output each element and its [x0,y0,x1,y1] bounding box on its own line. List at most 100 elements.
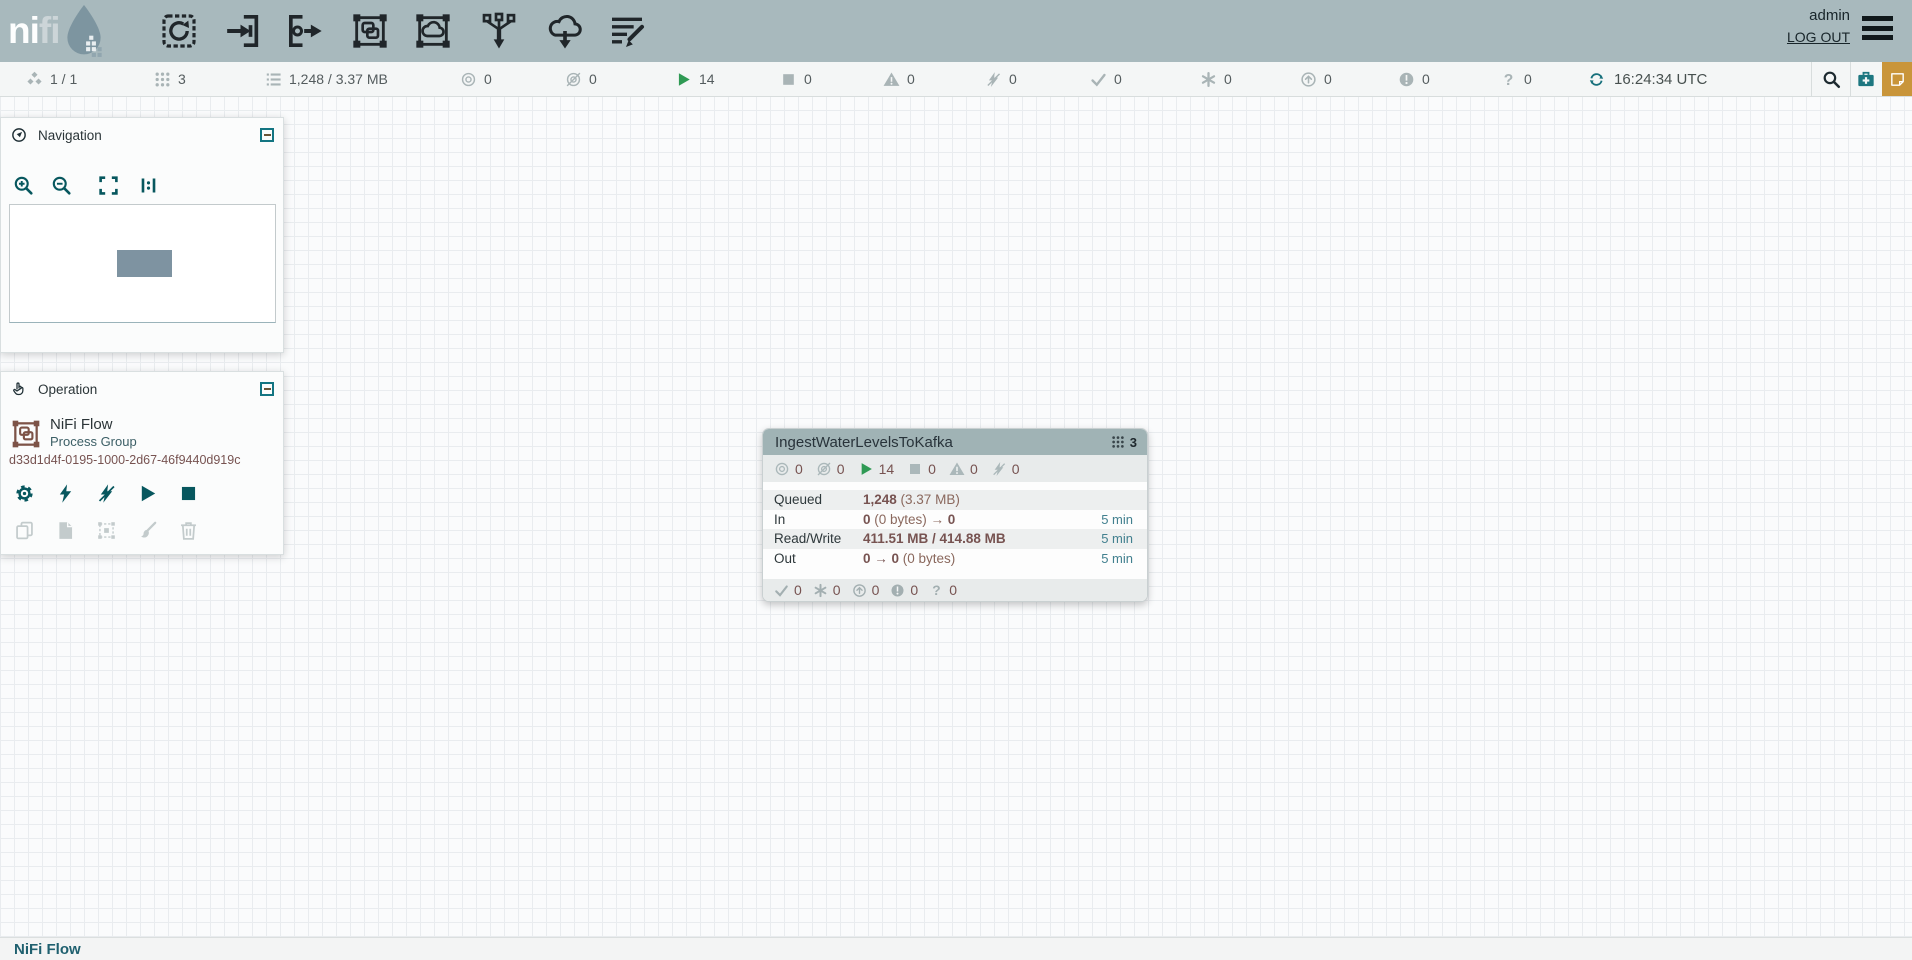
processor-icon [159,11,199,51]
pg-stat-stopped: 0 [907,461,936,477]
label-icon [607,11,647,51]
up-to-date-icon [774,583,789,598]
remote-process-group-icon [413,11,453,51]
navigation-panel: Navigation [0,117,284,353]
drag-output-port-button[interactable] [285,11,325,51]
logout-link[interactable]: LOG OUT [1787,26,1850,48]
drag-label-button[interactable] [607,11,647,51]
locally-modified-icon [1200,71,1217,88]
drag-remote-process-group-button[interactable] [413,11,453,51]
change-color-button[interactable] [136,520,158,542]
paste-button[interactable] [54,520,76,542]
process-group-metrics: Queued 1,248 (3.37 MB) In 0 (0 bytes) → … [763,490,1147,568]
paste-icon [55,520,76,541]
trash-icon [178,520,199,541]
selected-component-id: d33d1d4f-0195-1000-2d67-46f9440d919c [9,453,240,467]
copy-button[interactable] [13,520,35,542]
pg-stat-running: 14 [858,461,895,477]
breadcrumb-root-link[interactable]: NiFi Flow [14,941,81,958]
play-icon [137,483,158,504]
zoom-in-button[interactable] [13,175,34,199]
up-to-date-icon [1090,71,1107,88]
zoom-in-icon [13,175,34,196]
sticky-note-button[interactable] [1882,62,1912,96]
process-group-status-strip: 0 0 14 0 0 0 [763,455,1147,482]
minimap-footer [9,323,276,347]
process-groups-icon [154,71,171,88]
delete-button[interactable] [177,520,199,542]
minimap-component-rect[interactable] [117,250,172,277]
drag-processor-button[interactable] [159,11,199,51]
flow-canvas[interactable]: Navigation Operation NiFi Flow Pr [0,97,1912,937]
nifi-app: nifi admin LOG OUT 1 / 1 3 1,248 / 3.37 … [0,0,1912,960]
zoom-out-button[interactable] [51,175,72,199]
bolt-icon [55,483,76,504]
stopped-icon [780,71,797,88]
username: admin [1787,6,1850,26]
birdseye-minimap[interactable] [9,204,276,323]
stat-invalid: 0 [883,62,915,96]
breadcrumb-bar: NiFi Flow [0,937,1912,960]
metric-row-in: In 0 (0 bytes) → 0 5 min [763,510,1147,530]
stat-queued: 1,248 / 3.37 MB [265,62,388,96]
invalid-icon [949,461,965,477]
pg-version-modified-and-stale: 0 [890,582,918,598]
refresh-status[interactable]: 16:24:34 UTC [1588,62,1707,96]
navigation-collapse-button[interactable] [260,128,274,142]
logo-text-ni: ni [8,10,39,52]
copy-icon [14,520,35,541]
zoom-fit-button[interactable] [98,175,119,199]
droplet-icon [62,4,106,58]
operation-collapse-button[interactable] [260,382,274,396]
selected-component-type: Process Group [50,434,137,449]
stat-sync-failure: 0 [1500,62,1532,96]
stat-stopped: 0 [780,62,812,96]
drag-template-button[interactable] [545,11,585,51]
global-menu-button[interactable] [1862,16,1893,44]
stat-cluster: 1 / 1 [26,62,77,96]
drag-process-group-button[interactable] [350,11,390,51]
disabled-icon [991,461,1007,477]
last-refresh-time: 16:24:34 UTC [1614,71,1707,88]
navigation-panel-header: Navigation [1,118,283,152]
input-port-icon [223,11,263,51]
enable-button[interactable] [54,483,76,505]
process-group-name: IngestWaterLevelsToKafka [775,434,1111,451]
transmitting-icon [460,71,477,88]
drag-input-port-button[interactable] [223,11,263,51]
configure-button[interactable] [13,483,35,505]
operation-panel-title: Operation [38,382,97,397]
pg-stat-invalid: 0 [949,461,978,477]
disable-button[interactable] [95,483,117,505]
group-button[interactable] [95,520,117,542]
start-button[interactable] [136,483,158,505]
user-block: admin LOG OUT [1787,6,1850,48]
first-aid-kit-button[interactable] [1850,62,1882,96]
selected-process-group-icon [10,416,42,452]
zoom-actual-size-button[interactable] [138,175,159,199]
sync-failure-icon [1500,71,1517,88]
search-button[interactable] [1812,62,1850,96]
process-group-icon [350,11,390,51]
process-groups-icon [1111,435,1125,449]
stat-up-to-date: 0 [1090,62,1122,96]
process-group-component[interactable]: IngestWaterLevelsToKafka 3 0 0 14 0 0 0 … [762,428,1148,602]
pg-version-stale: 0 [852,582,880,598]
stop-button[interactable] [177,483,199,505]
zoom-fit-icon [98,175,119,196]
group-icon [96,520,117,541]
stat-stale: 0 [1300,62,1332,96]
search-icon [1822,70,1841,89]
stat-modified-and-stale: 0 [1398,62,1430,96]
pg-version-sync-failure: 0 [929,582,957,598]
queued-icon [265,71,282,88]
drag-funnel-button[interactable] [479,11,519,51]
operation-panel-header: Operation [1,372,283,406]
not-transmitting-icon [565,71,582,88]
pg-version-up-to-date: 0 [774,582,802,598]
disabled-icon [985,71,1002,88]
sync-failure-icon [929,583,944,598]
process-group-contents-count: 3 [1111,435,1137,450]
pg-version-locally-modified: 0 [813,582,841,598]
sticky-note-icon [1889,71,1906,88]
